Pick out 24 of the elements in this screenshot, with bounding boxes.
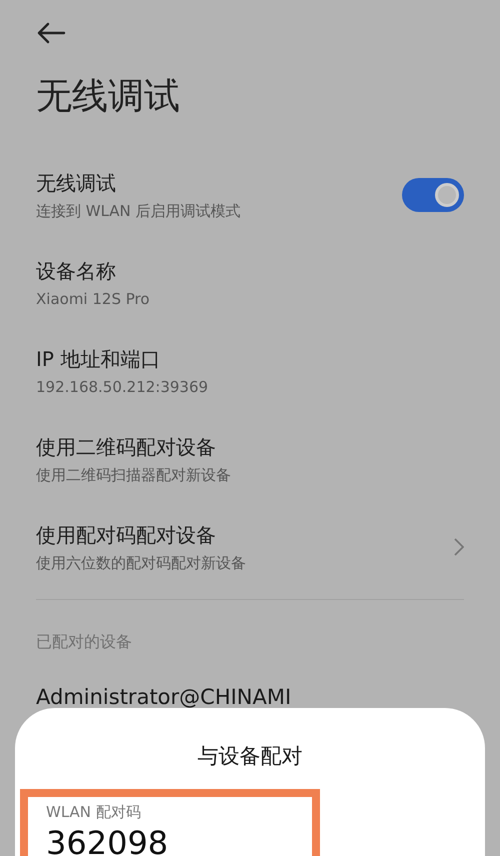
paired-device[interactable]: Administrator@CHINAMI [36,685,464,709]
setting-row[interactable]: IP 地址和端口 192.168.50.212:39369 [36,327,464,415]
setting-subtitle: 连接到 WLAN 后启用调试模式 [36,202,241,220]
chevron-right-icon [454,538,464,556]
setting-subtitle: 使用六位数的配对码配对新设备 [36,554,246,572]
code-label: WLAN 配对码 [46,803,142,822]
setting-title: 无线调试 [36,170,117,196]
page-title: 无线调试 [36,75,181,119]
setting-subtitle: 使用二维码扫描器配对新设备 [36,466,231,484]
setting-title: 使用二维码配对设备 [36,434,217,460]
setting-subtitle: Xiaomi 12S Pro [36,290,150,308]
setting-title: 设备名称 [36,258,117,285]
setting-row[interactable]: 无线调试 连接到 WLAN 后启用调试模式 [36,151,464,239]
back-arrow-icon[interactable] [36,22,66,44]
setting-row[interactable]: 设备名称 Xiaomi 12S Pro [36,239,464,327]
dialog-title: 与设备配对 [196,743,304,770]
section-heading: 已配对的设备 [36,632,133,653]
setting-row[interactable]: 使用配对码配对设备 使用六位数的配对码配对新设备 [36,503,464,591]
pairing-code: 362098 [46,824,170,856]
toggle-switch[interactable] [402,178,464,212]
setting-title: 使用配对码配对设备 [36,522,217,548]
setting-row[interactable]: 使用二维码配对设备 使用二维码扫描器配对新设备 [36,415,464,503]
setting-title: IP 地址和端口 [36,346,162,373]
setting-subtitle: 192.168.50.212:39369 [36,378,208,396]
